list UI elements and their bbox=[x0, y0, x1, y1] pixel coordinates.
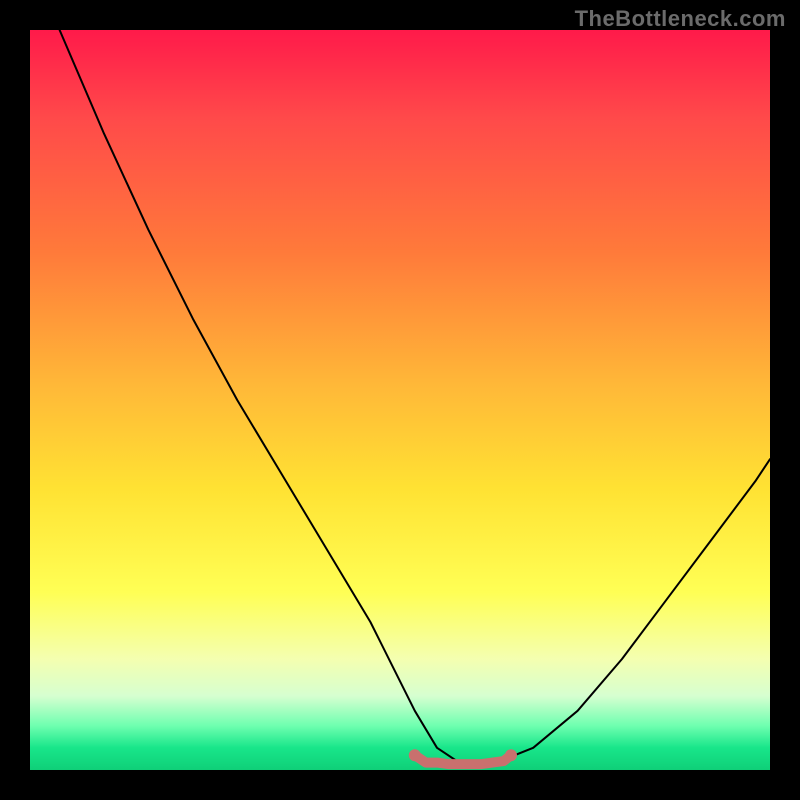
series-group bbox=[60, 30, 770, 764]
series-flat-bottom-marker bbox=[415, 755, 511, 764]
curve-svg bbox=[30, 30, 770, 770]
plot-area bbox=[30, 30, 770, 770]
series-bottleneck-curve bbox=[60, 30, 770, 763]
marker-flat-left-dot bbox=[409, 749, 421, 761]
chart-frame: TheBottleneck.com bbox=[0, 0, 800, 800]
watermark-text: TheBottleneck.com bbox=[575, 6, 786, 32]
marker-flat-right-dot bbox=[505, 749, 517, 761]
